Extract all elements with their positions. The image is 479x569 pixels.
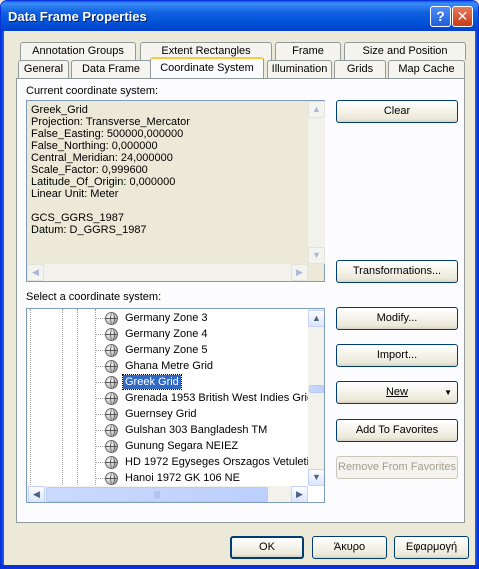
ok-button[interactable]: OK — [230, 536, 304, 559]
list-item-label: Germany Zone 4 — [125, 328, 208, 340]
scroll-left-arrow-icon[interactable]: ◀ — [27, 264, 44, 281]
crs-line: Central_Meridian: 24,000000 — [31, 152, 173, 164]
list-item[interactable]: Grenada 1953 British West Indies Grid — [27, 390, 313, 406]
crs-line — [31, 200, 190, 212]
list-item[interactable]: Gunung Segara NEIEZ — [27, 438, 307, 454]
globe-icon — [105, 344, 118, 357]
list-horizontal-scroll-thumb[interactable]: ||| — [46, 487, 268, 502]
list-item-selected[interactable]: Greek Grid — [27, 374, 307, 390]
tree-connector — [95, 414, 105, 415]
list-vertical-scroll-thumb[interactable] — [309, 385, 324, 393]
new-button[interactable]: New ▼ — [336, 381, 458, 404]
crs-vertical-scroll-track[interactable] — [308, 101, 325, 264]
dialog-window: Data Frame Properties ? ✕ Annotation Gro… — [0, 0, 479, 569]
tree-connector — [95, 430, 105, 431]
current-crs-label: Current coordinate system: — [26, 85, 159, 97]
globe-icon — [105, 392, 118, 405]
list-vertical-scroll-track[interactable] — [308, 309, 324, 485]
tree-connector — [95, 318, 105, 319]
tree-connector — [95, 398, 105, 399]
new-button-label: New — [385, 386, 408, 398]
list-item[interactable]: Germany Zone 5 — [27, 342, 307, 358]
list-item[interactable]: HD 1972 Egyseges Orszagos Vetuleti — [27, 454, 309, 470]
current-crs-textbox[interactable]: Greek_Grid Projection: Transverse_Mercat… — [26, 100, 325, 282]
crs-line: Datum: D_GGRS_1987 — [31, 224, 147, 236]
list-item[interactable]: Germany Zone 4 — [27, 326, 307, 342]
scroll-right-arrow-icon[interactable]: ▶ — [291, 486, 308, 502]
globe-icon — [105, 472, 118, 485]
crs-line: Latitude_Of_Origin: 0,000000 — [31, 176, 176, 188]
globe-icon — [105, 312, 118, 325]
panel-content: Current coordinate system: Greek_Grid Pr… — [1, 1, 478, 568]
list-item[interactable]: Hanoi 1972 GK 106 NE — [27, 470, 307, 486]
list-item-label: Greek Grid — [122, 374, 182, 390]
list-item-label: Ghana Metre Grid — [125, 360, 214, 372]
crs-line: False_Northing: 0,000000 — [31, 140, 158, 152]
crs-line: GCS_GGRS_1987 — [31, 212, 124, 224]
list-item-label: HD 1972 Egyseges Orszagos Vetuleti — [125, 456, 310, 468]
list-item-label: Guernsey Grid — [125, 408, 197, 420]
scroll-right-arrow-icon[interactable]: ▶ — [291, 264, 308, 281]
modify-button[interactable]: Modify... — [336, 307, 458, 330]
transformations-button[interactable]: Transformations... — [336, 260, 458, 283]
crs-line: Greek_Grid — [31, 104, 88, 116]
list-item-label: Germany Zone 5 — [125, 344, 208, 356]
clear-button[interactable]: Clear — [336, 100, 458, 123]
list-item-label: Germany Zone 3 — [125, 312, 208, 324]
tree-connector — [95, 334, 105, 335]
globe-icon — [105, 408, 118, 421]
scroll-left-arrow-icon[interactable]: ◀ — [28, 486, 45, 502]
remove-from-favorites-button[interactable]: Remove From Favorites — [336, 456, 458, 479]
crs-line: Projection: Transverse_Mercator — [31, 116, 190, 128]
tree-connector — [95, 382, 105, 383]
cancel-button[interactable]: Άκυρο — [312, 536, 387, 559]
crs-horizontal-scroll-track[interactable] — [27, 264, 308, 281]
globe-icon — [105, 328, 118, 341]
list-item[interactable]: Guernsey Grid — [27, 406, 307, 422]
list-item-label: Gulshan 303 Bangladesh TM — [125, 424, 268, 436]
scroll-down-arrow-icon[interactable]: ▼ — [308, 469, 324, 486]
globe-icon — [105, 424, 118, 437]
scroll-up-arrow-icon[interactable]: ▲ — [308, 101, 325, 118]
tree-connector — [95, 350, 105, 351]
globe-icon — [105, 360, 118, 373]
tree-connector — [95, 366, 105, 367]
select-crs-label: Select a coordinate system: — [26, 291, 162, 303]
tree-connector — [95, 462, 105, 463]
crs-line: False_Easting: 500000,000000 — [31, 128, 184, 140]
scroll-up-arrow-icon[interactable]: ▲ — [308, 310, 324, 327]
current-crs-text: Greek_Grid Projection: Transverse_Mercat… — [31, 104, 190, 236]
list-item-label: Hanoi 1972 GK 106 NE — [125, 472, 240, 484]
add-to-favorites-button[interactable]: Add To Favorites — [336, 419, 458, 442]
globe-icon — [105, 456, 118, 469]
import-button[interactable]: Import... — [336, 344, 458, 367]
tree-connector — [95, 446, 105, 447]
dropdown-arrow-icon: ▼ — [444, 388, 452, 397]
crs-line: Scale_Factor: 0,999600 — [31, 164, 148, 176]
apply-button[interactable]: Εφαρμογή — [394, 536, 469, 559]
tree-connector — [95, 478, 105, 479]
list-item[interactable]: Gulshan 303 Bangladesh TM — [27, 422, 307, 438]
globe-icon — [105, 376, 118, 389]
crs-tree-list[interactable]: Germany Zone 3 Germany Zone 4 Germany Zo… — [26, 308, 325, 503]
list-item-label: Gunung Segara NEIEZ — [125, 440, 239, 452]
crs-line: Linear Unit: Meter — [31, 188, 119, 200]
list-item-label: Grenada 1953 British West Indies Grid — [125, 392, 314, 404]
list-item[interactable]: Ghana Metre Grid — [27, 358, 307, 374]
list-item[interactable]: Germany Zone 3 — [27, 310, 307, 326]
scroll-down-arrow-icon[interactable]: ▼ — [308, 247, 325, 264]
globe-icon — [105, 440, 118, 453]
